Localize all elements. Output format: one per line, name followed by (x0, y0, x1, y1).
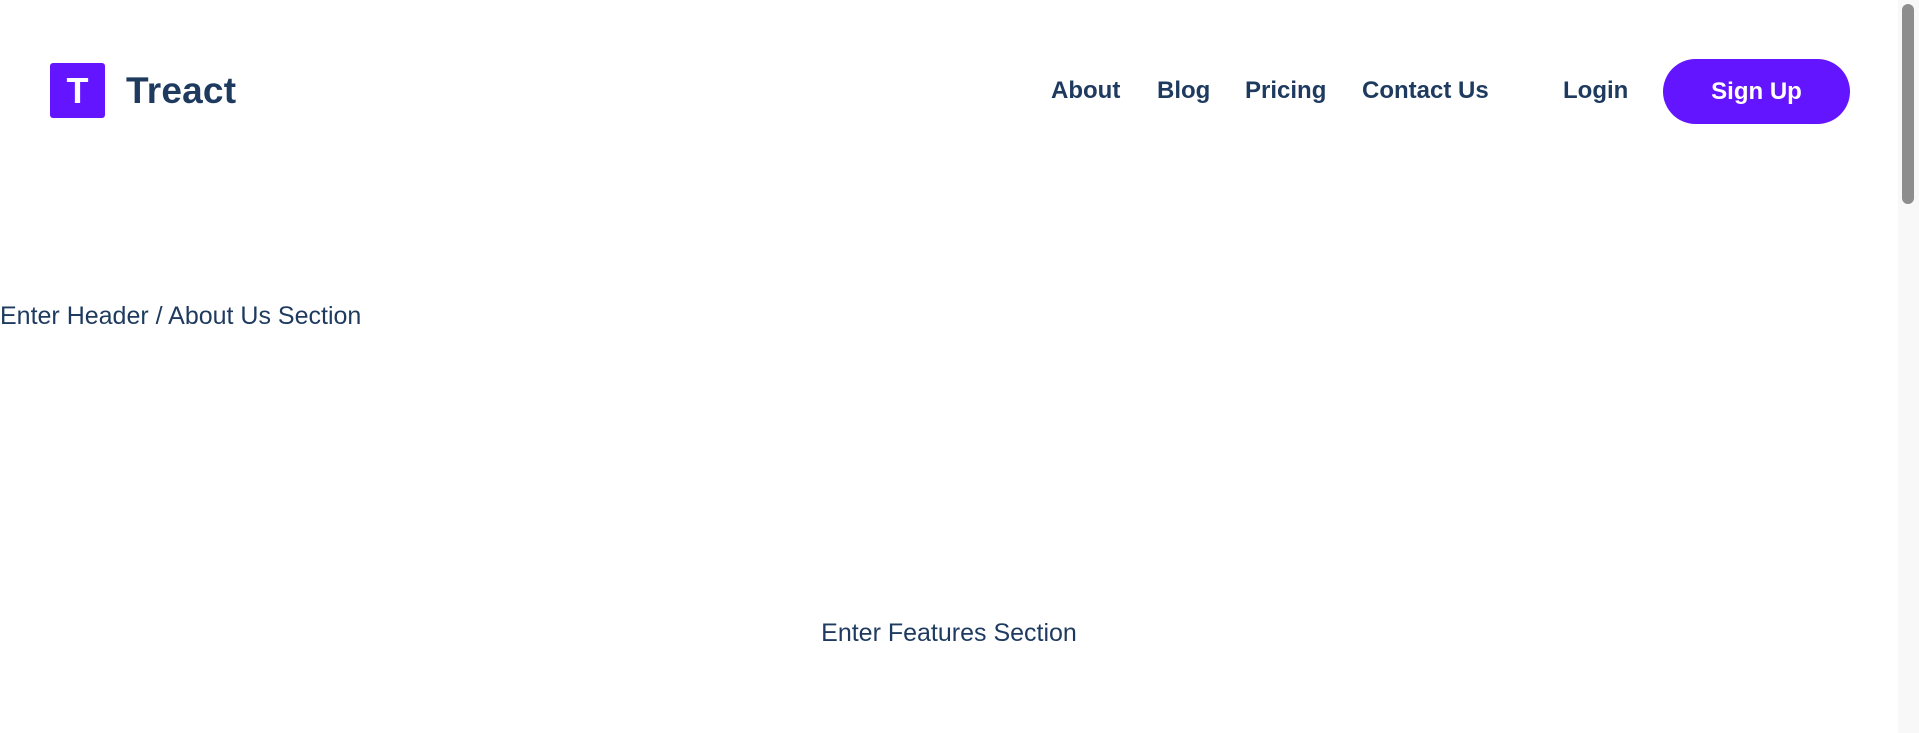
nav-link-about[interactable]: About (1051, 76, 1120, 106)
navbar: T Treact About Blog Pricing Contact Us L… (0, 0, 1898, 183)
nav-link-pricing[interactable]: Pricing (1245, 76, 1326, 106)
brand-logo: T (50, 63, 105, 118)
vertical-scrollbar[interactable] (1898, 0, 1919, 733)
nav-link-blog[interactable]: Blog (1157, 76, 1210, 106)
nav-link-contact-us[interactable]: Contact Us (1362, 76, 1489, 106)
scrollbar-thumb[interactable] (1902, 4, 1914, 204)
header-section-placeholder: Enter Header / About Us Section (0, 302, 362, 330)
features-section-placeholder: Enter Features Section (821, 619, 1077, 647)
page: T Treact About Blog Pricing Contact Us L… (0, 0, 1898, 733)
brand-name: Treact (126, 69, 237, 111)
brand-link[interactable]: T Treact (50, 63, 236, 118)
sign-up-button[interactable]: Sign Up (1663, 59, 1850, 124)
login-link[interactable]: Login (1563, 76, 1628, 106)
